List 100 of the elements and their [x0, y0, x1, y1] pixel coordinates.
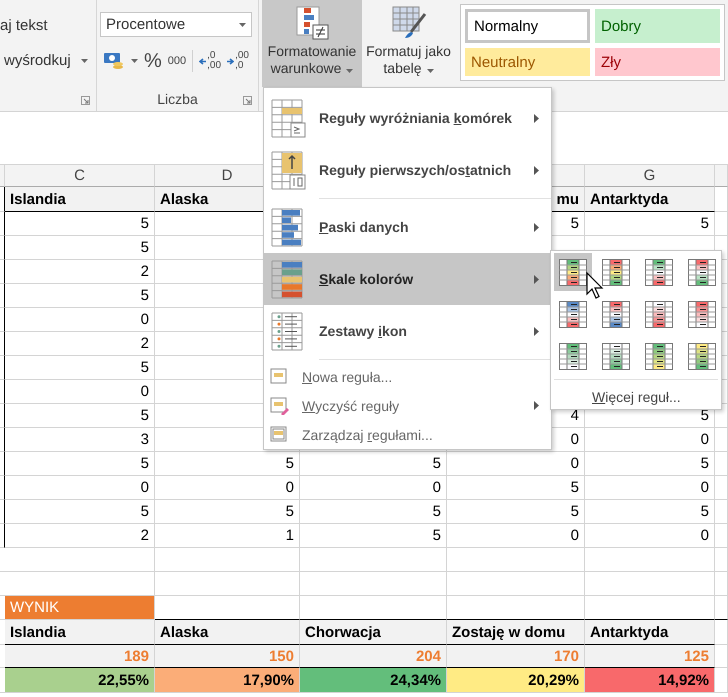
color-scale-icon [645, 300, 673, 328]
cell-style-item[interactable]: Normalny [465, 9, 590, 43]
conditional-formatting-button[interactable]: Formatowanie warunkowe [262, 0, 362, 87]
cell-style-item[interactable]: Zły [595, 48, 720, 76]
result-title: WYNIK [5, 596, 155, 620]
caret-icon [239, 22, 246, 26]
table-cell: 5 [5, 356, 155, 380]
table-cell: 5 [5, 236, 155, 260]
submenu-arrow-icon [534, 326, 539, 336]
row-header[interactable] [0, 212, 5, 236]
row-header[interactable] [0, 308, 5, 332]
table-cell: 5 [585, 452, 715, 476]
color-scale-icon [688, 258, 716, 286]
table-cell: 5 [155, 500, 300, 524]
row-header[interactable] [0, 356, 5, 380]
color-scale-icon [602, 258, 630, 286]
submenu-arrow-icon [534, 222, 539, 232]
table-cell: 0 [585, 476, 715, 500]
wrap-text-label[interactable]: aj tekst [0, 17, 96, 34]
table-cell: 0 [5, 476, 155, 500]
caret-icon [80, 58, 88, 62]
row-header[interactable] [0, 332, 5, 356]
table-cell: 5 [447, 500, 585, 524]
number-format-dropdown[interactable]: Procentowe [100, 12, 252, 37]
color-scale-icon [688, 342, 716, 370]
merge-center-label[interactable]: wyśrodkuj [4, 52, 71, 69]
pointer-icon [586, 272, 604, 300]
comma-style-button[interactable]: 000 [168, 55, 186, 67]
table-cell: 5 [5, 452, 155, 476]
dialog-launcher-icon[interactable] [243, 96, 252, 105]
row-header[interactable] [0, 284, 5, 308]
group-label: Liczba [156, 91, 199, 107]
table-cell: 5 [5, 500, 155, 524]
increase-decimal-label[interactable]: ,0 ,00 [207, 51, 222, 71]
row-header[interactable] [0, 524, 5, 548]
submenu-arrow-icon [534, 114, 539, 122]
row-header[interactable] [0, 476, 5, 500]
header-cell: Islandia [5, 620, 155, 645]
row-header[interactable] [0, 500, 5, 524]
row-header[interactable] [0, 260, 5, 284]
cell-style-item[interactable]: Dobry [595, 9, 720, 43]
submenu-arrow-icon [534, 401, 539, 410]
menu-item[interactable]: Nowa reguła... [264, 362, 551, 391]
table-cell [715, 572, 728, 596]
table-cell: 2 [5, 332, 155, 356]
count-cell: 150 [155, 645, 300, 668]
table-cell [715, 524, 728, 548]
eraser-rule-icon [270, 396, 290, 414]
color-scale-icon [645, 342, 673, 370]
percent-cell: 20,29% [447, 668, 585, 693]
header-cell: Chorwacja [300, 620, 447, 645]
submenu-arrow-icon [534, 166, 539, 174]
header-cell: Zostaję w domu [447, 620, 585, 645]
table-cell [715, 548, 728, 572]
table-cell [715, 187, 728, 212]
currency-icon[interactable] [103, 51, 125, 71]
menu-item[interactable]: Skale kolorów [264, 253, 551, 305]
row-header[interactable] [0, 404, 5, 428]
more-rules-item[interactable]: Więcej reguł... [554, 380, 718, 405]
row-header[interactable] [0, 452, 5, 476]
table-cell: 5 [5, 212, 155, 236]
count-cell: 170 [447, 645, 585, 668]
count-cell: 204 [300, 645, 447, 668]
table-cell [715, 596, 728, 620]
column-header[interactable]: G [585, 165, 715, 187]
percent-cell: 24,34% [300, 668, 447, 693]
format-as-table-button[interactable]: Formatuj jako tabelę [362, 0, 455, 87]
color-scale-option[interactable] [554, 253, 592, 291]
row-header[interactable] [0, 380, 5, 404]
menu-item[interactable]: Zestawy ikon [264, 305, 551, 362]
table-cell: 0 [155, 476, 300, 500]
percent-cell: 22,55% [5, 668, 155, 693]
table-cell [715, 668, 728, 693]
row-header[interactable] [0, 236, 5, 260]
table-cell: 1 [155, 524, 300, 548]
percent-cell: 17,90% [155, 668, 300, 693]
table-cell: 2 [5, 524, 155, 548]
decrease-decimal-label[interactable]: ,00 ,0 [235, 51, 249, 71]
table-cell: 0 [447, 524, 585, 548]
highlight-rules-icon [271, 98, 306, 138]
color-scale-icon [688, 300, 716, 328]
top-bottom-rules-icon [271, 150, 306, 190]
color-scale-icon [602, 300, 630, 328]
caret-icon [131, 59, 138, 63]
table-cell [715, 212, 728, 236]
table-cell [715, 645, 728, 668]
table-cell: 5 [447, 476, 585, 500]
table-cell: 0 [585, 524, 715, 548]
menu-item[interactable]: Reguły wyróżniania komórek [264, 92, 551, 144]
submenu-arrow-icon [534, 274, 539, 284]
table-cell [715, 452, 728, 476]
table-cell: 0 [5, 380, 155, 404]
row-header[interactable] [0, 187, 5, 212]
percent-style-button[interactable]: % [144, 50, 162, 72]
dialog-launcher-icon[interactable] [81, 96, 90, 105]
column-header[interactable]: C [5, 165, 155, 187]
header-cell: Alaska [155, 620, 300, 645]
cell-style-item[interactable]: Neutralny [465, 48, 590, 76]
row-header[interactable] [0, 428, 5, 452]
count-cell: 125 [585, 645, 715, 668]
